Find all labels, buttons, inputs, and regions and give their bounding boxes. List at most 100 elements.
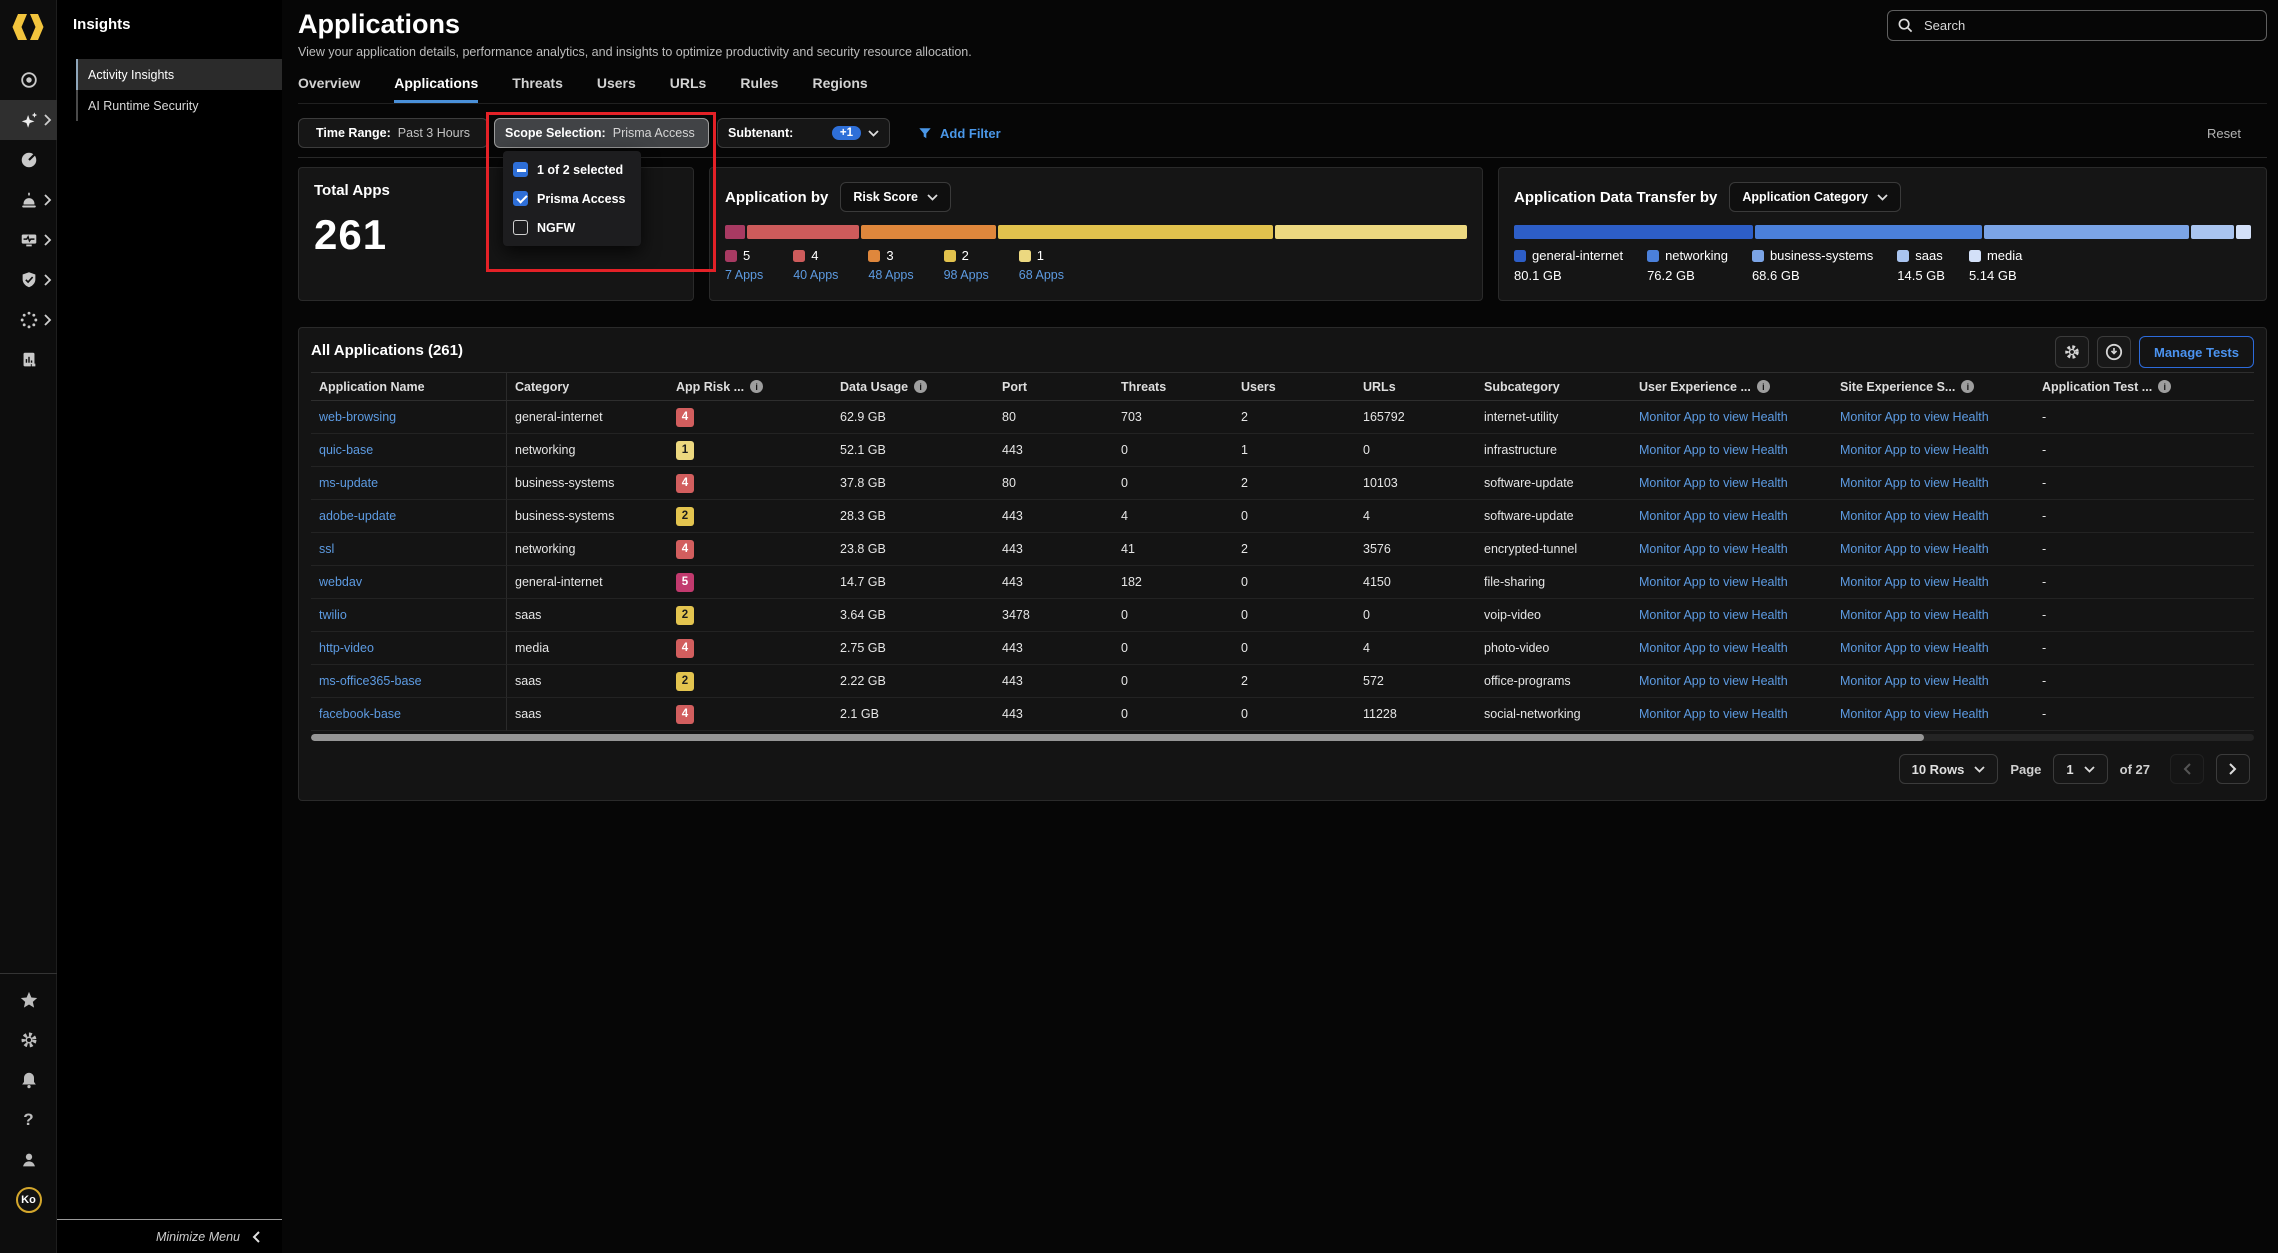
scrollbar-thumb[interactable] <box>311 734 1924 741</box>
app-name-link[interactable]: http-video <box>319 641 374 655</box>
monitor-app-link[interactable]: Monitor App to view Health <box>1840 542 1989 556</box>
rail-item-reports[interactable] <box>0 340 57 380</box>
app-name-link[interactable]: twilio <box>319 608 347 622</box>
search-input[interactable] <box>1922 17 2256 34</box>
ngfw-checkbox[interactable] <box>513 220 528 235</box>
table-download-button[interactable] <box>2097 336 2131 368</box>
tab-users[interactable]: Users <box>597 75 636 103</box>
monitor-app-link[interactable]: Monitor App to view Health <box>1639 707 1788 721</box>
monitor-app-link[interactable]: Monitor App to view Health <box>1840 608 1989 622</box>
rail-item-settings-loop[interactable] <box>0 300 57 340</box>
dropdown-item-summary[interactable]: 1 of 2 selected <box>503 155 641 184</box>
app-name-link[interactable]: web-browsing <box>319 410 396 424</box>
indeterminate-checkbox[interactable] <box>513 162 528 177</box>
monitor-app-link[interactable]: Monitor App to view Health <box>1639 542 1788 556</box>
reset-button[interactable]: Reset <box>2207 126 2241 141</box>
menu-item-activity-insights[interactable]: Activity Insights <box>76 59 282 90</box>
monitor-app-link[interactable]: Monitor App to view Health <box>1639 608 1788 622</box>
rail-item-workflows[interactable] <box>0 220 57 260</box>
add-filter-button[interactable]: Add Filter <box>918 126 1001 141</box>
app-name-link[interactable]: webdav <box>319 575 362 589</box>
monitor-app-link[interactable]: Monitor App to view Health <box>1639 641 1788 655</box>
monitor-app-link[interactable]: Monitor App to view Health <box>1639 674 1788 688</box>
dropdown-item-ngfw[interactable]: NGFW <box>503 213 641 242</box>
rail-item-insights[interactable] <box>0 100 57 140</box>
manage-tests-button[interactable]: Manage Tests <box>2139 336 2254 368</box>
app-name-link[interactable]: facebook-base <box>319 707 401 721</box>
col-site-experience[interactable]: Site Experience S...i <box>1832 372 2034 401</box>
col-port[interactable]: Port <box>994 372 1113 401</box>
tab-regions[interactable]: Regions <box>812 75 867 103</box>
col-user-experience[interactable]: User Experience ...i <box>1631 372 1832 401</box>
monitor-app-link[interactable]: Monitor App to view Health <box>1840 476 1989 490</box>
time-range-filter[interactable]: Time Range: Past 3 Hours <box>298 118 488 148</box>
risk-apps-link[interactable]: 68 Apps <box>1019 268 1064 282</box>
next-page-button[interactable] <box>2216 754 2250 784</box>
prisma-access-checkbox[interactable] <box>513 191 528 206</box>
risk-apps-link[interactable]: 48 Apps <box>868 268 913 282</box>
col-urls[interactable]: URLs <box>1355 372 1476 401</box>
col-users[interactable]: Users <box>1233 372 1355 401</box>
info-icon[interactable]: i <box>1757 380 1770 393</box>
monitor-app-link[interactable]: Monitor App to view Health <box>1840 410 1989 424</box>
rows-per-page-select[interactable]: 10 Rows <box>1899 754 1999 784</box>
monitor-app-link[interactable]: Monitor App to view Health <box>1639 509 1788 523</box>
dropdown-item-prisma-access[interactable]: Prisma Access <box>503 184 641 213</box>
app-name-link[interactable]: adobe-update <box>319 509 396 523</box>
rail-item-command-center[interactable] <box>0 60 57 100</box>
rail-item-account[interactable]: Ko <box>0 1180 57 1220</box>
monitor-app-link[interactable]: Monitor App to view Health <box>1840 674 1989 688</box>
info-icon[interactable]: i <box>1961 380 1974 393</box>
tab-rules[interactable]: Rules <box>740 75 778 103</box>
monitor-app-link[interactable]: Monitor App to view Health <box>1639 476 1788 490</box>
user-avatar[interactable]: Ko <box>16 1187 42 1213</box>
monitor-app-link[interactable]: Monitor App to view Health <box>1840 641 1989 655</box>
col-subcategory[interactable]: Subcategory <box>1476 372 1631 401</box>
rail-item-security-posture[interactable] <box>0 260 57 300</box>
risk-apps-link[interactable]: 40 Apps <box>793 268 838 282</box>
menu-item-ai-runtime-security[interactable]: AI Runtime Security <box>76 90 282 121</box>
info-icon[interactable]: i <box>914 380 927 393</box>
info-icon[interactable]: i <box>2158 380 2171 393</box>
horizontal-scrollbar[interactable] <box>311 734 2254 741</box>
transfer-category-select[interactable]: Application Category <box>1729 182 1901 212</box>
rail-item-favorites[interactable] <box>0 980 57 1020</box>
tab-applications[interactable]: Applications <box>394 75 478 103</box>
col-application-name[interactable]: Application Name <box>311 372 507 401</box>
page-number-select[interactable]: 1 <box>2053 754 2107 784</box>
rail-item-help[interactable]: ? <box>0 1100 57 1140</box>
brand-logo[interactable] <box>11 10 45 44</box>
table-settings-button[interactable] <box>2055 336 2089 368</box>
info-icon[interactable]: i <box>750 380 763 393</box>
rail-item-notifications[interactable] <box>0 1060 57 1100</box>
rail-item-profile[interactable] <box>0 1140 57 1180</box>
tab-overview[interactable]: Overview <box>298 75 360 103</box>
scope-selection-filter[interactable]: Scope Selection: Prisma Access <box>494 118 709 148</box>
risk-score-select[interactable]: Risk Score <box>840 182 951 212</box>
app-name-link[interactable]: ssl <box>319 542 334 556</box>
tab-urls[interactable]: URLs <box>670 75 707 103</box>
subtenant-filter[interactable]: Subtenant: +1 <box>717 118 890 148</box>
previous-page-button[interactable] <box>2170 754 2204 784</box>
monitor-app-link[interactable]: Monitor App to view Health <box>1840 509 1989 523</box>
col-application-test[interactable]: Application Test ...i <box>2034 372 2254 401</box>
risk-apps-link[interactable]: 98 Apps <box>944 268 989 282</box>
col-data-usage[interactable]: Data Usagei <box>832 372 994 401</box>
rail-item-settings[interactable] <box>0 1020 57 1060</box>
monitor-app-link[interactable]: Monitor App to view Health <box>1639 410 1788 424</box>
monitor-app-link[interactable]: Monitor App to view Health <box>1840 443 1989 457</box>
monitor-app-link[interactable]: Monitor App to view Health <box>1639 443 1788 457</box>
col-app-risk[interactable]: App Risk ...i <box>668 372 832 401</box>
rail-item-dashboards[interactable] <box>0 140 57 180</box>
col-category[interactable]: Category <box>507 372 668 401</box>
monitor-app-link[interactable]: Monitor App to view Health <box>1840 575 1989 589</box>
app-name-link[interactable]: ms-office365-base <box>319 674 422 688</box>
monitor-app-link[interactable]: Monitor App to view Health <box>1639 575 1788 589</box>
tab-threats[interactable]: Threats <box>512 75 563 103</box>
monitor-app-link[interactable]: Monitor App to view Health <box>1840 707 1989 721</box>
col-threats[interactable]: Threats <box>1113 372 1233 401</box>
app-name-link[interactable]: quic-base <box>319 443 373 457</box>
rail-item-incidents[interactable] <box>0 180 57 220</box>
risk-apps-link[interactable]: 7 Apps <box>725 268 763 282</box>
app-name-link[interactable]: ms-update <box>319 476 378 490</box>
